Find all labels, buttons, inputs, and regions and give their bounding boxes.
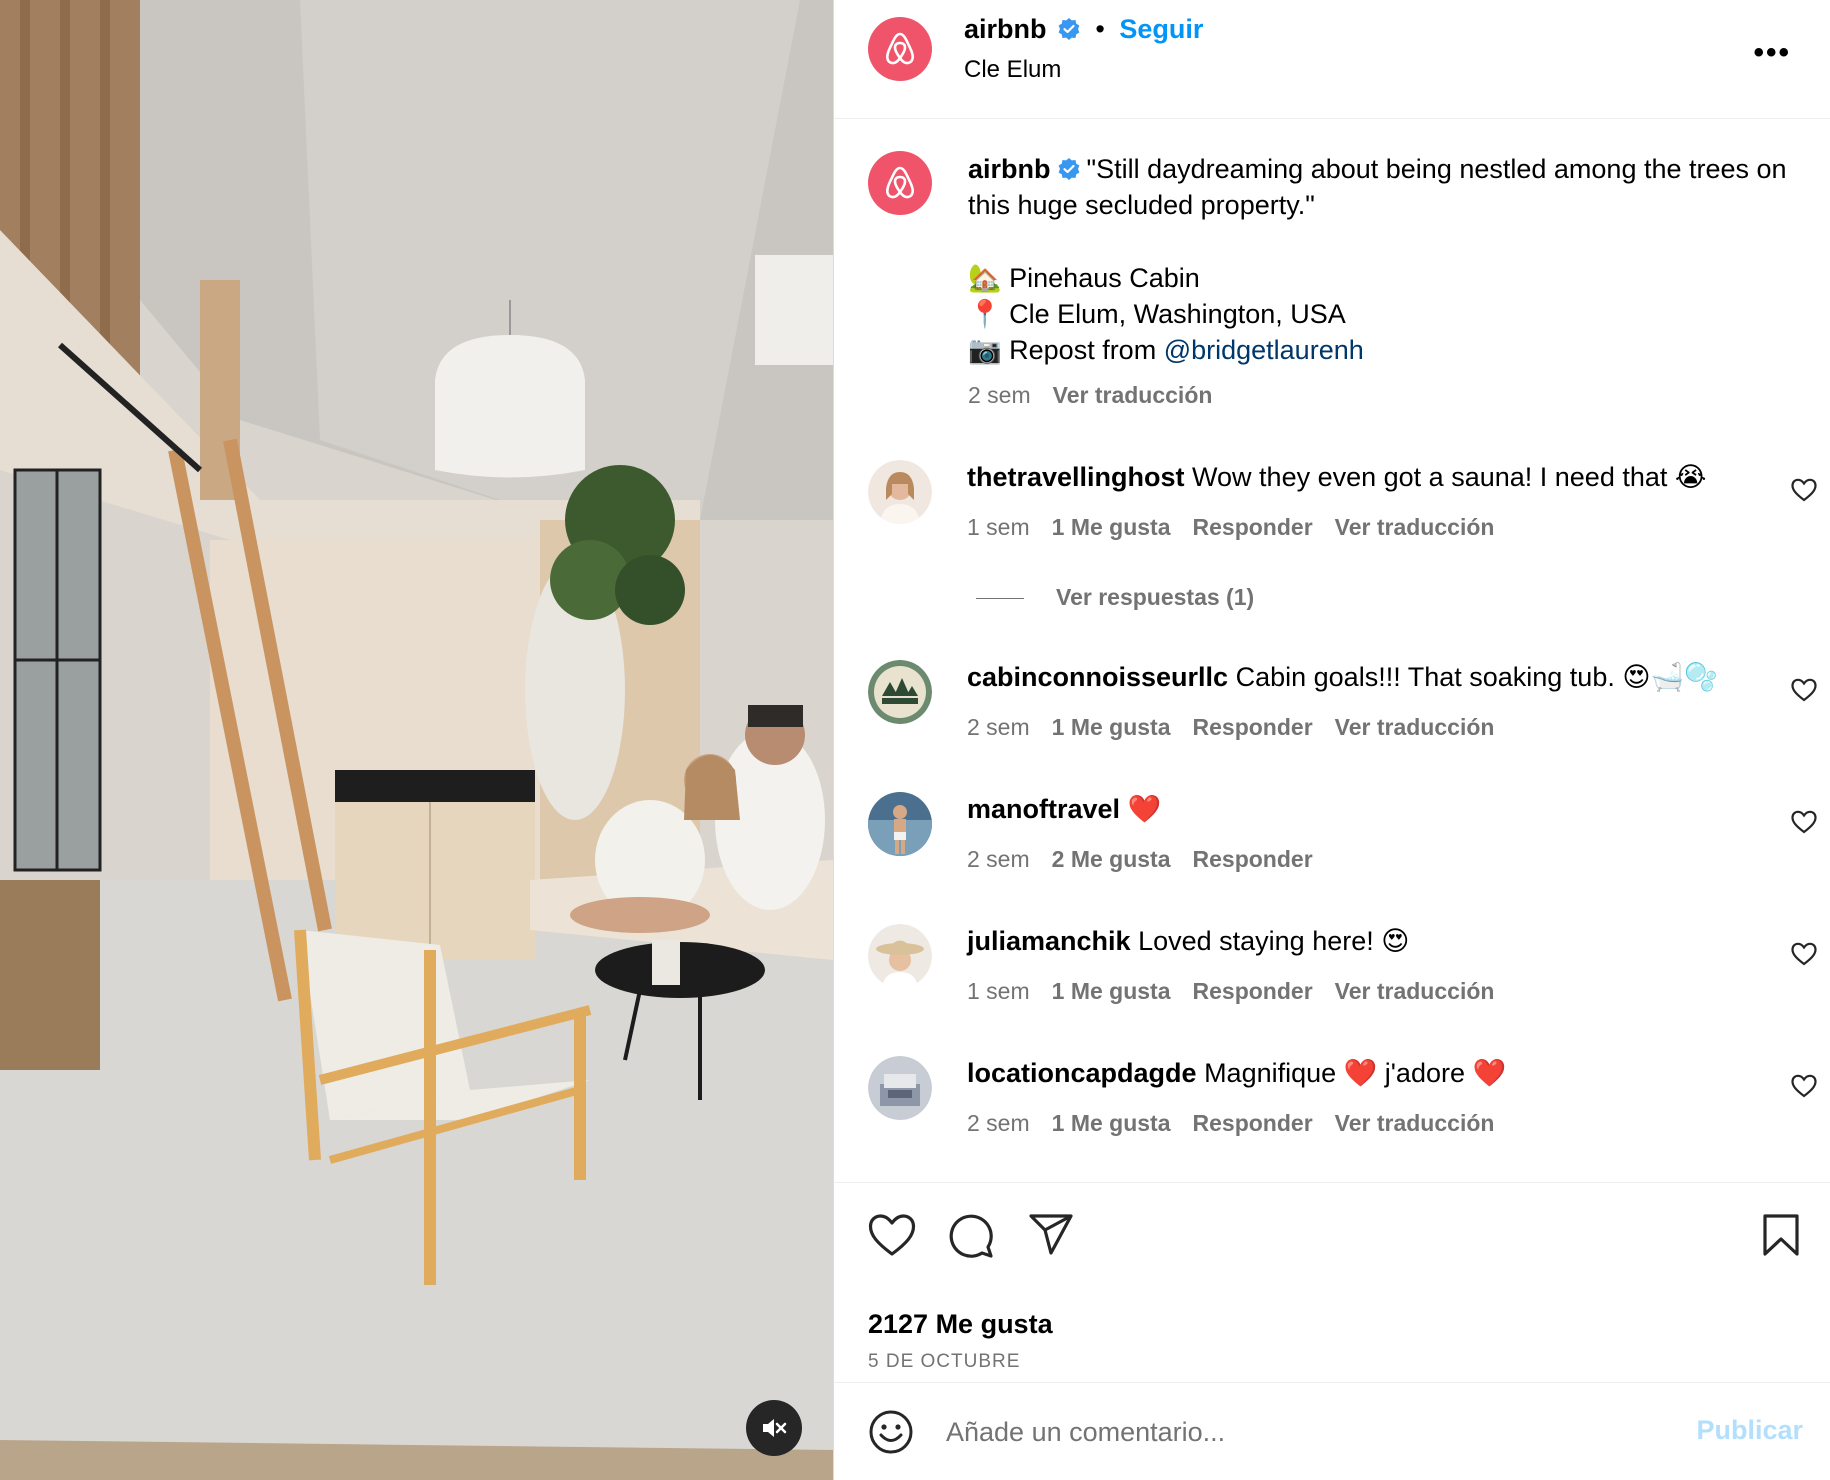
likes-count[interactable]: 2127 Me gusta <box>868 1309 1053 1340</box>
comment-like-button[interactable] <box>1791 478 1817 507</box>
comment-meta: 1 sem 1 Me gusta Responder Ver traducción <box>967 514 1495 540</box>
comment-text: juliamanchik Loved staying here! 😍 <box>967 926 1410 956</box>
comment-username[interactable]: thetravellinghost <box>967 462 1185 492</box>
reply-button[interactable]: Responder <box>1193 514 1313 540</box>
reply-button[interactable]: Responder <box>1193 714 1313 740</box>
mention-link[interactable]: @bridgetlaurenh <box>1164 335 1364 365</box>
caption-body: airbnb "Still daydreaming about being ne… <box>968 151 1788 223</box>
post-media-video[interactable] <box>0 0 833 1480</box>
commenter-avatar[interactable] <box>868 460 932 524</box>
post-header: airbnb • Seguir Cle Elum ••• <box>834 0 1830 119</box>
comment-text: locationcapdagde Magnifique ❤️ j'adore ❤… <box>967 1058 1507 1088</box>
comment-button[interactable] <box>948 1213 994 1264</box>
heart-icon <box>1791 678 1817 702</box>
reply-button[interactable]: Responder <box>1193 1110 1313 1136</box>
house-icon: 🏡 <box>968 263 1002 293</box>
comment-username[interactable]: juliamanchik <box>967 926 1131 956</box>
reply-button[interactable]: Responder <box>1193 846 1313 872</box>
heart-icon <box>1791 478 1817 502</box>
comment-text: cabinconnoisseurllc Cabin goals!!! That … <box>967 662 1718 692</box>
comment-like-button[interactable] <box>1791 1074 1817 1103</box>
caption-meta: 2 sem Ver traducción <box>968 382 1212 409</box>
save-button[interactable] <box>1762 1213 1800 1262</box>
translate-button[interactable]: Ver traducción <box>1335 514 1495 540</box>
caption-line-property: 🏡 Pinehaus Cabin <box>968 263 1200 293</box>
comment-meta: 2 sem 2 Me gusta Responder <box>967 846 1313 872</box>
comment-icon <box>949 1214 993 1258</box>
commenter-avatar[interactable] <box>868 660 932 724</box>
commenter-avatar[interactable] <box>868 1056 932 1120</box>
comment-like-button[interactable] <box>1791 942 1817 971</box>
heart-icon <box>868 1214 916 1256</box>
heart-icon <box>1791 942 1817 966</box>
emoji-button[interactable] <box>868 1409 914 1460</box>
post-actions: 2127 Me gusta 5 DE OCTUBRE <box>834 1182 1830 1382</box>
verified-icon <box>1058 18 1080 40</box>
mute-button[interactable] <box>746 1400 802 1456</box>
airbnb-logo-icon <box>886 166 914 199</box>
emoji-icon <box>869 1410 913 1454</box>
comment-username[interactable]: cabinconnoisseurllc <box>967 662 1228 692</box>
caption-translate-button[interactable]: Ver traducción <box>1053 382 1213 408</box>
commenter-avatar[interactable] <box>868 924 932 988</box>
follow-button[interactable]: Seguir <box>1119 14 1203 44</box>
comment-like-button[interactable] <box>1791 678 1817 707</box>
publish-button[interactable]: Publicar <box>1696 1415 1803 1446</box>
comment-meta: 1 sem 1 Me gusta Responder Ver traducción <box>967 978 1495 1004</box>
comment-input[interactable] <box>946 1409 1646 1455</box>
post-date: 5 DE OCTUBRE <box>868 1351 1021 1372</box>
more-icon[interactable]: ••• <box>1753 36 1791 70</box>
like-button[interactable] <box>868 1213 916 1262</box>
bookmark-icon <box>1763 1214 1799 1256</box>
caption-line-repost: 📷 Repost from @bridgetlaurenh <box>968 335 1364 365</box>
caption-time[interactable]: 2 sem <box>968 382 1031 408</box>
comment-text: manoftravel ❤️ <box>967 794 1162 824</box>
translate-button[interactable]: Ver traducción <box>1335 714 1495 740</box>
comment-composer: Publicar <box>834 1382 1830 1480</box>
mute-icon <box>763 1419 787 1437</box>
view-replies-button[interactable]: Ver respuestas (1) <box>976 584 1254 611</box>
reply-button[interactable]: Responder <box>1193 978 1313 1004</box>
comment-username[interactable]: locationcapdagde <box>967 1058 1197 1088</box>
comment-username[interactable]: manoftravel <box>967 794 1120 824</box>
comment-text: thetravellinghost Wow they even got a sa… <box>967 462 1707 492</box>
comment-meta: 2 sem 1 Me gusta Responder Ver traducción <box>967 1110 1495 1136</box>
camera-icon: 📷 <box>968 335 1002 365</box>
share-icon <box>1029 1214 1073 1255</box>
translate-button[interactable]: Ver traducción <box>1335 1110 1495 1136</box>
caption-username[interactable]: airbnb <box>968 154 1051 184</box>
comment-like-button[interactable] <box>1791 810 1817 839</box>
post-details-panel: airbnb • Seguir Cle Elum ••• airbnb "Sti… <box>833 0 1830 1480</box>
pin-icon: 📍 <box>968 299 1002 329</box>
caption-details: 🏡 Pinehaus Cabin 📍 Cle Elum, Washington,… <box>968 260 1788 368</box>
replies-line <box>976 598 1024 600</box>
author-avatar[interactable] <box>868 17 932 81</box>
comment-meta: 2 sem 1 Me gusta Responder Ver traducción <box>967 714 1495 740</box>
translate-button[interactable]: Ver traducción <box>1335 978 1495 1004</box>
caption-author-avatar[interactable] <box>868 151 932 215</box>
commenter-avatar[interactable] <box>868 792 932 856</box>
post-location[interactable]: Cle Elum <box>964 56 1061 84</box>
author-username[interactable]: airbnb <box>964 14 1047 44</box>
caption-line-location: 📍 Cle Elum, Washington, USA <box>968 299 1346 329</box>
heart-icon <box>1791 810 1817 834</box>
caption-quote: "Still daydreaming about being nestled a… <box>968 154 1787 220</box>
airbnb-logo-icon <box>886 32 914 65</box>
heart-icon <box>1791 1074 1817 1098</box>
verified-icon <box>1058 158 1079 180</box>
cabin-interior-image <box>0 0 833 1480</box>
separator-dot: • <box>1095 14 1105 44</box>
share-button[interactable] <box>1028 1213 1074 1262</box>
